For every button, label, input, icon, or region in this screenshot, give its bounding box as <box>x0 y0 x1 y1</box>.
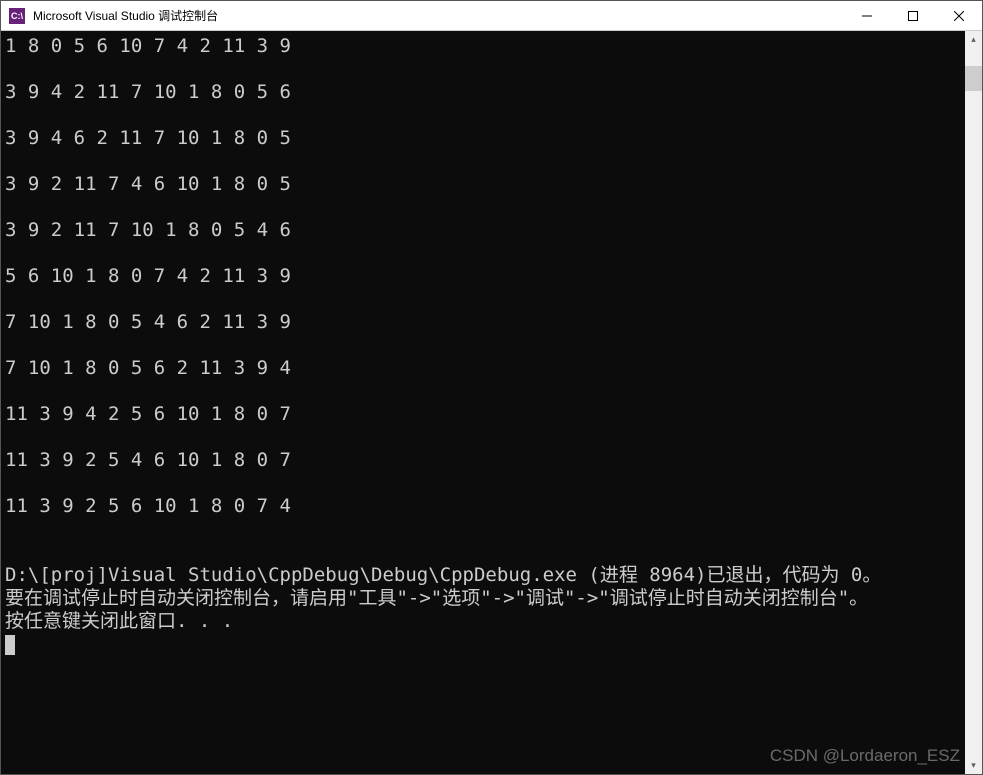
console-content[interactable]: 1 8 0 5 6 10 7 4 2 11 3 9 3 9 4 2 11 7 1… <box>1 31 965 774</box>
app-window: C:\ Microsoft Visual Studio 调试控制台 1 8 0 … <box>0 0 983 775</box>
exit-message: D:\[proj]Visual Studio\CppDebug\Debug\Cp… <box>5 564 881 586</box>
console-area: 1 8 0 5 6 10 7 4 2 11 3 9 3 9 4 2 11 7 1… <box>1 31 982 774</box>
app-icon: C:\ <box>9 8 25 24</box>
press-any-key: 按任意键关闭此窗口. . . <box>5 610 233 632</box>
scroll-down-button[interactable]: ▾ <box>965 757 982 774</box>
maximize-button[interactable] <box>890 1 936 30</box>
scroll-thumb[interactable] <box>965 66 982 91</box>
vertical-scrollbar[interactable]: ▴ ▾ <box>965 31 982 774</box>
window-controls <box>844 1 982 30</box>
close-button[interactable] <box>936 1 982 30</box>
auto-close-hint: 要在调试停止时自动关闭控制台，请启用"工具"->"选项"->"调试"->"调试停… <box>5 587 868 609</box>
console-output: 1 8 0 5 6 10 7 4 2 11 3 9 3 9 4 2 11 7 1… <box>5 35 291 517</box>
window-title: Microsoft Visual Studio 调试控制台 <box>33 7 844 24</box>
scroll-up-button[interactable]: ▴ <box>965 31 982 48</box>
text-cursor <box>5 635 15 655</box>
titlebar[interactable]: C:\ Microsoft Visual Studio 调试控制台 <box>1 1 982 31</box>
minimize-button[interactable] <box>844 1 890 30</box>
